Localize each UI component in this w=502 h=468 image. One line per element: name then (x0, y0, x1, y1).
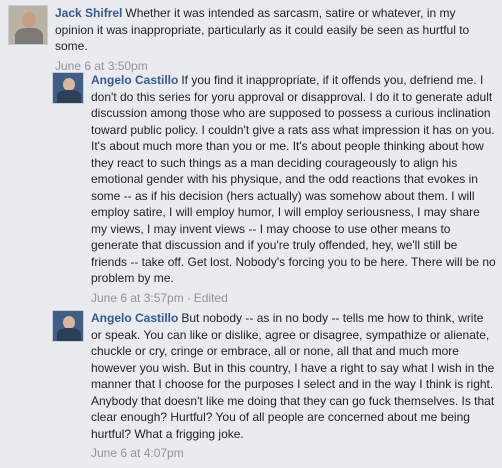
comment-meta: June 6 at 3:57pm · Edited (91, 291, 496, 305)
avatar[interactable] (8, 5, 48, 45)
comment-body: But nobody -- as in no body -- tells me … (91, 311, 495, 441)
comment-author[interactable]: Angelo Castillo (91, 73, 178, 87)
comment-thread: Jack Shifrel Whether it was intended as s… (0, 0, 502, 468)
comment-timestamp[interactable]: June 6 at 4:07pm (91, 446, 184, 460)
comment-meta: June 6 at 4:07pm (91, 446, 496, 460)
comment-text-block: Jack Shifrel Whether it was intended as s… (55, 5, 496, 55)
comment-text-block: Angelo Castillo If you find it inappropri… (91, 72, 496, 287)
comment-body: If you find it inappropriate, if it offe… (91, 73, 496, 285)
avatar[interactable] (52, 310, 84, 342)
comment-item: Angelo Castillo If you find it inappropri… (52, 72, 496, 305)
comment-item: Angelo Castillo But nobody -- as in no bo… (52, 310, 496, 460)
edited-label[interactable]: Edited (194, 291, 228, 305)
comment-meta: June 6 at 3:50pm (55, 59, 496, 73)
comment-text-block: Angelo Castillo But nobody -- as in no bo… (91, 310, 496, 442)
comment-author[interactable]: Jack Shifrel (55, 6, 122, 20)
comment-item: Jack Shifrel Whether it was intended as s… (8, 5, 496, 73)
comment-timestamp[interactable]: June 6 at 3:57pm (91, 291, 184, 305)
comment-timestamp[interactable]: June 6 at 3:50pm (55, 59, 148, 73)
comment-author[interactable]: Angelo Castillo (91, 311, 178, 325)
avatar[interactable] (52, 72, 84, 104)
meta-separator: · (186, 290, 191, 305)
